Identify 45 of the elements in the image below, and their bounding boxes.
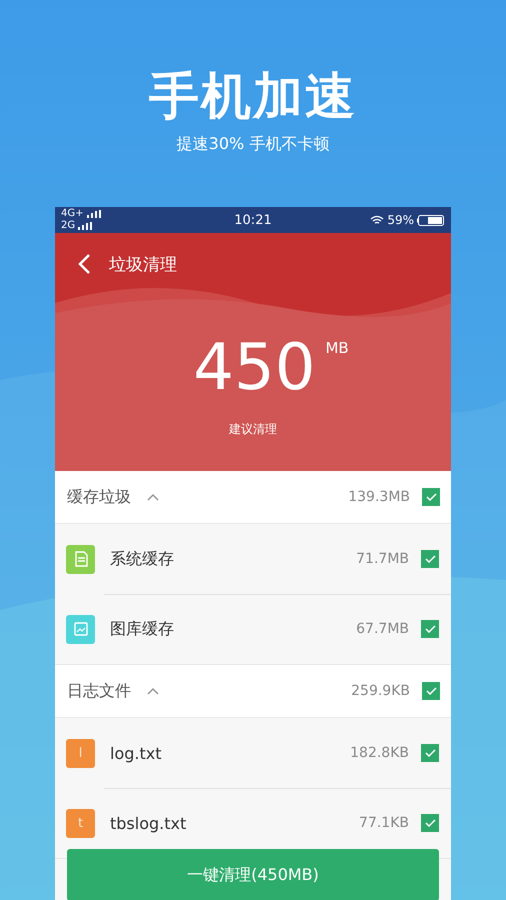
caret-up-icon[interactable]	[147, 687, 159, 695]
battery-icon	[417, 214, 445, 226]
item-name: 系统缓存	[110, 548, 174, 570]
wifi-icon	[370, 215, 384, 225]
file-letter-icon: t	[66, 808, 95, 838]
checkmark-icon	[424, 625, 436, 633]
promo-subtitle: 提速30% 手机不卡顿	[176, 134, 330, 154]
item-name: log.txt	[110, 744, 162, 762]
group-size: 259.9KB	[351, 683, 410, 699]
item-name: tbslog.txt	[110, 814, 186, 832]
junk-size: 450	[193, 333, 316, 403]
checkmark-icon	[424, 555, 436, 563]
checkmark-icon	[424, 749, 436, 757]
signal-icon	[86, 210, 100, 218]
clock: 10:21	[234, 212, 272, 228]
network-label: 2G	[61, 220, 76, 232]
checkbox[interactable]	[421, 814, 439, 832]
battery-percent: 59%	[387, 213, 414, 227]
suggestion-label: 建议清理	[228, 421, 278, 438]
size-unit: MB	[325, 339, 349, 357]
item-size: 77.1KB	[359, 815, 409, 831]
group-name: 缓存垃圾	[67, 486, 131, 508]
item-size: 182.8KB	[350, 745, 409, 761]
checkbox[interactable]	[422, 488, 440, 506]
page-title: 垃圾清理	[109, 254, 177, 276]
group-size: 139.3MB	[348, 489, 410, 505]
checkbox[interactable]	[421, 550, 439, 568]
signal-icon	[78, 222, 92, 230]
group-header[interactable]: 日志文件 259.9KB	[55, 665, 451, 718]
item-size: 67.7MB	[356, 621, 409, 637]
promo-title: 手机加速	[149, 66, 357, 126]
group-header[interactable]: 缓存垃圾 139.3MB	[55, 471, 451, 524]
checkmark-icon	[426, 493, 436, 501]
file-letter-icon: l	[66, 738, 95, 768]
checkmark-icon	[426, 687, 436, 695]
checkmark-icon	[424, 819, 436, 827]
item-size: 71.7MB	[356, 551, 409, 567]
group-name: 日志文件	[67, 680, 131, 702]
caret-up-icon[interactable]	[147, 493, 159, 501]
network-label: 4G+	[61, 208, 84, 220]
item-name: 图库缓存	[110, 618, 174, 640]
checkbox[interactable]	[421, 744, 439, 762]
checkbox[interactable]	[422, 682, 440, 700]
back-icon[interactable]	[77, 253, 91, 275]
checkbox[interactable]	[421, 620, 439, 638]
